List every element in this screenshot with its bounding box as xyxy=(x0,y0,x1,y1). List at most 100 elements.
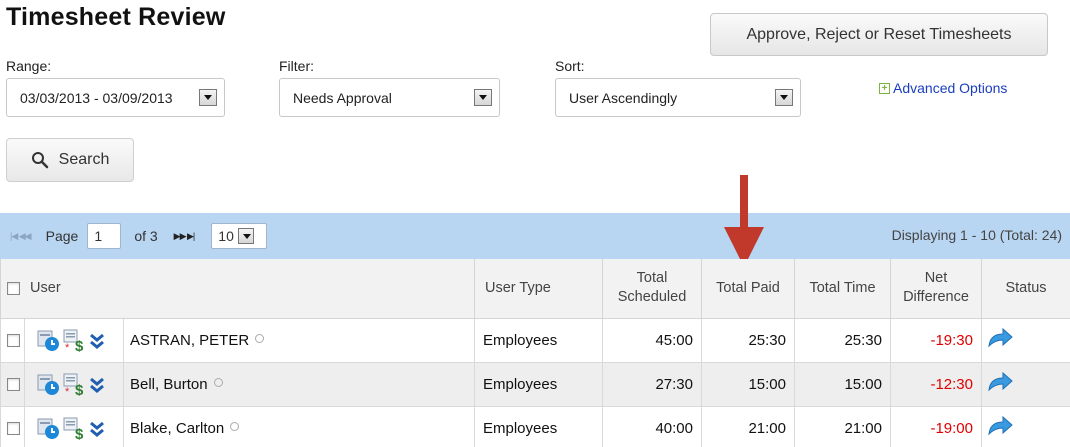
net-difference-header-line1: Net xyxy=(924,270,948,287)
total-paid-cell: 21:00 xyxy=(701,405,795,447)
first-page-icon[interactable]: |◀ ◀◀ xyxy=(10,231,32,242)
svg-text:$: $ xyxy=(75,426,84,440)
net-difference-cell: -19:00 xyxy=(890,405,982,447)
user-type-column-header[interactable]: User Type xyxy=(474,259,603,319)
chevron-down-icon[interactable] xyxy=(474,89,492,106)
row-checkbox[interactable] xyxy=(7,378,20,392)
submitted-arrow-icon[interactable] xyxy=(986,415,1014,437)
user-name[interactable]: Bell, Burton xyxy=(130,376,208,393)
user-type-cell: Employees xyxy=(474,405,603,447)
total-scheduled-cell: 45:00 xyxy=(602,317,702,363)
page-title: Timesheet Review xyxy=(6,3,226,31)
total-time-cell: 25:30 xyxy=(794,317,891,363)
search-icon xyxy=(31,152,48,169)
annotation-arrow-icon xyxy=(724,175,764,267)
row-checkbox[interactable] xyxy=(7,334,20,348)
user-name[interactable]: ASTRAN, PETER xyxy=(130,332,249,349)
timesheet-table: User User Type Total Scheduled Total Paid… xyxy=(0,259,1070,447)
sort-label: Sort: xyxy=(555,58,585,74)
range-value: 03/03/2013 - 03/09/2013 xyxy=(20,89,173,106)
row-actions-cell: * $ xyxy=(24,317,124,363)
user-name-cell: ASTRAN, PETER xyxy=(123,317,475,363)
range-label: Range: xyxy=(6,58,52,74)
user-name[interactable]: Blake, Carlton xyxy=(130,420,224,437)
page-number-input[interactable]: 1 xyxy=(87,223,122,249)
filter-value: Needs Approval xyxy=(293,89,392,106)
timesheet-clock-icon[interactable] xyxy=(37,328,61,352)
info-circle-icon[interactable] xyxy=(213,377,223,387)
search-label: Search xyxy=(58,151,110,168)
table-row: $ Blake, Carlton Employees 40:00 21:00 2… xyxy=(0,405,1070,447)
row-actions-cell: $ xyxy=(24,405,124,447)
user-type-cell: Employees xyxy=(474,361,603,407)
net-difference-column-header[interactable]: Net Difference xyxy=(890,259,982,319)
user-column-header[interactable]: User xyxy=(0,259,475,319)
net-difference-cell: -19:30 xyxy=(890,317,982,363)
chevron-down-icon[interactable] xyxy=(237,228,254,244)
chevron-down-icon[interactable] xyxy=(775,89,793,106)
info-circle-icon[interactable] xyxy=(230,421,240,431)
total-time-column-header[interactable]: Total Time xyxy=(794,259,891,319)
approve-reject-reset-button[interactable]: Approve, Reject or Reset Timesheets xyxy=(710,13,1048,56)
total-scheduled-cell: 27:30 xyxy=(602,361,702,407)
status-cell xyxy=(981,361,1070,407)
sort-value: User Ascendingly xyxy=(569,89,678,106)
total-time-cell: 15:00 xyxy=(794,361,891,407)
chevron-double-down-icon[interactable] xyxy=(89,330,105,350)
total-paid-cell: 15:00 xyxy=(701,361,795,407)
payroll-dollar-icon[interactable]: * $ xyxy=(63,328,87,352)
total-time-cell: 21:00 xyxy=(794,405,891,447)
row-select-cell xyxy=(0,405,25,447)
page-size-select[interactable]: 10 xyxy=(211,223,268,249)
chevron-down-icon[interactable] xyxy=(199,89,217,106)
search-button[interactable]: Search xyxy=(6,138,134,182)
status-column-header[interactable]: Status xyxy=(981,259,1070,319)
table-row: * $ ASTRAN, PETER Employees 45:00 25:30 2… xyxy=(0,317,1070,363)
user-header-label: User xyxy=(30,279,61,296)
table-header-row: User User Type Total Scheduled Total Paid… xyxy=(0,259,1070,319)
svg-text:*: * xyxy=(65,386,70,396)
page-count-label: of 3 xyxy=(134,228,158,244)
range-select[interactable]: 03/03/2013 - 03/09/2013 xyxy=(6,78,225,117)
total-scheduled-column-header[interactable]: Total Scheduled xyxy=(602,259,702,319)
page-label: Page xyxy=(45,228,79,244)
total-paid-cell: 25:30 xyxy=(701,317,795,363)
submitted-arrow-icon[interactable] xyxy=(986,371,1014,393)
row-select-cell xyxy=(0,317,25,363)
filter-select[interactable]: Needs Approval xyxy=(279,78,500,117)
svg-text:$: $ xyxy=(75,338,84,352)
submitted-arrow-icon[interactable] xyxy=(986,327,1014,349)
total-scheduled-header-line2: Scheduled xyxy=(617,289,687,306)
chevron-double-down-icon[interactable] xyxy=(89,374,105,394)
chevron-double-down-icon[interactable] xyxy=(89,418,105,438)
timesheet-clock-icon[interactable] xyxy=(37,416,61,440)
advanced-options-link[interactable]: + Advanced Options xyxy=(879,80,1007,96)
next-page-icon[interactable]: ▶▶ ▶| xyxy=(174,231,196,242)
user-name-cell: Blake, Carlton xyxy=(123,405,475,447)
table-row: * $ Bell, Burton Employees 27:30 15:00 15… xyxy=(0,361,1070,407)
net-difference-cell: -12:30 xyxy=(890,361,982,407)
pagination-bar: |◀ ◀◀ Page 1 of 3 ▶▶ ▶| 10 Displaying 1 … xyxy=(0,213,1070,259)
row-checkbox[interactable] xyxy=(7,422,20,436)
select-all-checkbox[interactable] xyxy=(7,281,20,295)
page-size-value: 10 xyxy=(218,228,234,244)
row-actions-cell: * $ xyxy=(24,361,124,407)
filter-label: Filter: xyxy=(279,58,314,74)
total-scheduled-cell: 40:00 xyxy=(602,405,702,447)
user-name-cell: Bell, Burton xyxy=(123,361,475,407)
user-type-cell: Employees xyxy=(474,317,603,363)
timesheet-clock-icon[interactable] xyxy=(37,372,61,396)
total-scheduled-header-line1: Total xyxy=(636,270,668,287)
svg-text:*: * xyxy=(65,342,70,352)
displaying-count: Displaying 1 - 10 (Total: 24) xyxy=(891,227,1062,243)
total-paid-column-header[interactable]: Total Paid xyxy=(701,259,795,319)
svg-text:$: $ xyxy=(75,382,84,396)
row-select-cell xyxy=(0,361,25,407)
payroll-dollar-icon[interactable]: * $ xyxy=(63,372,87,396)
status-cell xyxy=(981,405,1070,447)
status-cell xyxy=(981,317,1070,363)
payroll-dollar-icon[interactable]: $ xyxy=(63,416,87,440)
info-circle-icon[interactable] xyxy=(255,333,265,343)
advanced-options-label: Advanced Options xyxy=(893,80,1008,96)
sort-select[interactable]: User Ascendingly xyxy=(555,78,801,117)
